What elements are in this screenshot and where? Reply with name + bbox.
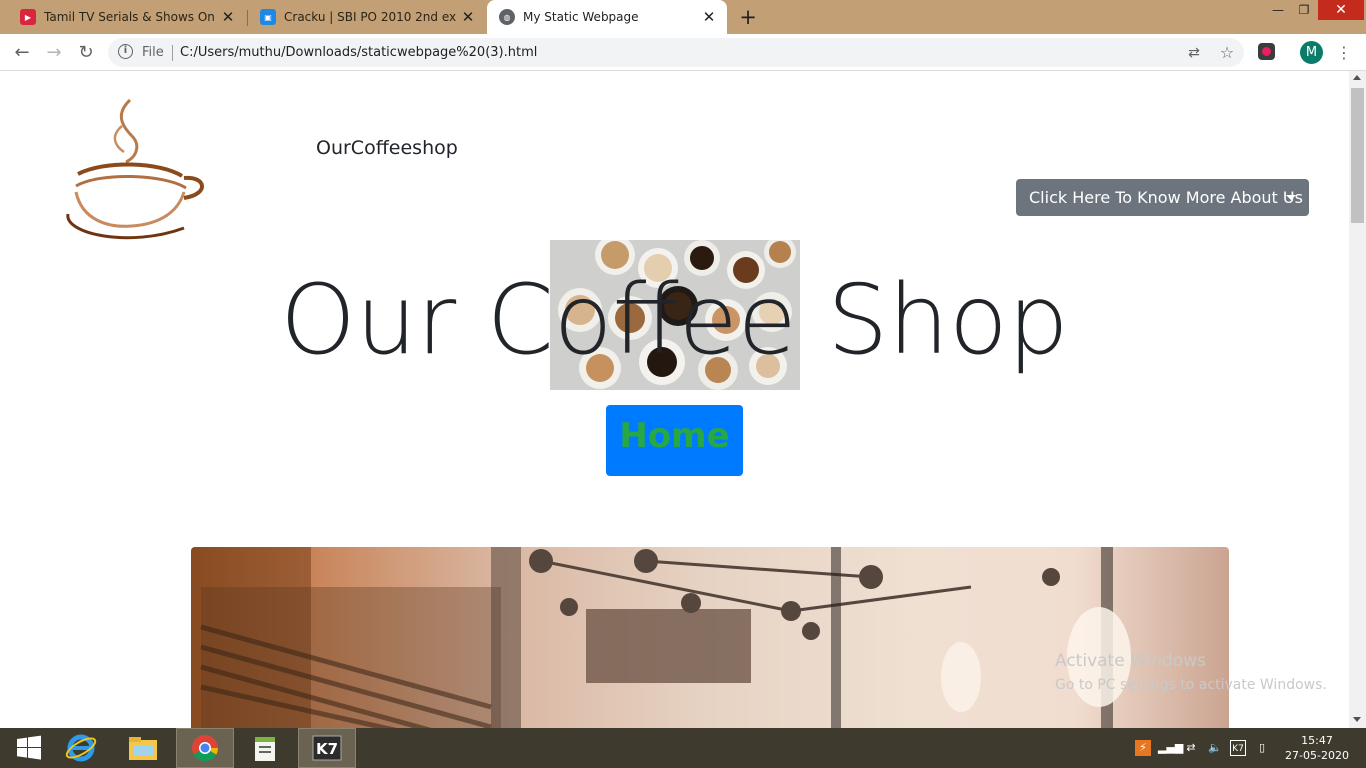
tab-tamil-tv[interactable]: ▶ Tamil TV Serials & Shows Online ✕ — [0, 0, 246, 34]
network-signal-icon[interactable]: ▂▄▆ — [1158, 740, 1183, 756]
translate-icon[interactable]: ⇄ — [1185, 44, 1203, 62]
back-arrow-icon[interactable]: ← — [10, 41, 34, 65]
clock-date: 27-05-2020 — [1285, 749, 1349, 762]
browser-tabstrip: ▶ Tamil TV Serials & Shows Online ✕ ▣ Cr… — [0, 0, 1366, 34]
cafe-interior-image — [191, 547, 1229, 728]
info-icon[interactable]: i — [118, 44, 133, 59]
windows-start-icon[interactable] — [0, 728, 58, 768]
tamil-tv-favicon: ▶ — [20, 9, 36, 25]
brand-name[interactable]: OurCoffeeshop — [316, 137, 458, 159]
browser-toolbar: ← → ↻ i File C:/Users/muthu/Downloads/st… — [0, 34, 1366, 71]
tab-title: My Static Webpage — [523, 10, 639, 24]
scroll-thumb[interactable] — [1351, 88, 1364, 223]
activate-windows-subtitle: Go to PC settings to activate Windows. — [1055, 677, 1327, 693]
activate-windows-title: Activate Windows — [1055, 651, 1206, 671]
clock-time: 15:47 — [1301, 734, 1333, 747]
notepad-plus-icon[interactable] — [236, 728, 294, 768]
k7-antivirus-icon[interactable]: K7 — [298, 728, 356, 768]
restore-icon[interactable]: ❐ — [1290, 0, 1318, 20]
file-explorer-icon[interactable] — [114, 728, 172, 768]
volume-muted-icon[interactable]: 🔈 — [1207, 740, 1223, 756]
chrome-taskbar-icon[interactable] — [176, 728, 234, 768]
coffee-cup-logo — [66, 98, 204, 240]
new-tab-button[interactable]: + — [737, 6, 759, 28]
window-close-icon[interactable]: ✕ — [1318, 0, 1364, 20]
k7-tray-icon[interactable]: K7 — [1230, 740, 1246, 756]
minimize-icon[interactable]: — — [1264, 0, 1292, 20]
dropdown-label: Click Here To Know More About Us — [1029, 188, 1303, 207]
address-divider — [172, 45, 173, 61]
tab-title: Cracku | SBI PO 2010 2nd exam — [284, 10, 456, 24]
scheme-label: File — [142, 45, 164, 60]
address-bar[interactable]: i File C:/Users/muthu/Downloads/staticwe… — [108, 38, 1244, 67]
page-scrollbar[interactable] — [1349, 71, 1366, 728]
tray-app-icon[interactable]: ⚡ — [1135, 740, 1151, 756]
close-tab-icon[interactable]: ✕ — [460, 9, 476, 25]
scroll-down-arrow-icon[interactable] — [1353, 717, 1361, 722]
profile-avatar[interactable]: M — [1300, 41, 1323, 64]
caret-down-icon — [1286, 195, 1296, 200]
forward-arrow-icon[interactable]: → — [42, 41, 66, 65]
taskbar-clock[interactable]: 15:47 27-05-2020 — [1284, 733, 1350, 763]
cracku-favicon: ▣ — [260, 9, 276, 25]
svg-text:K7: K7 — [316, 740, 338, 758]
close-tab-icon[interactable]: ✕ — [220, 9, 236, 25]
extension-icon[interactable] — [1258, 43, 1275, 60]
home-button[interactable]: Home — [606, 405, 743, 476]
page-viewport: OurCoffeeshop Click Here To Know More Ab… — [0, 71, 1349, 728]
hero-title: Our Coffee Shop — [280, 264, 1069, 376]
close-tab-icon[interactable]: ✕ — [701, 9, 717, 25]
reload-icon[interactable]: ↻ — [74, 41, 98, 65]
battery-icon[interactable]: ▯ — [1254, 740, 1270, 756]
tab-title: Tamil TV Serials & Shows Online — [44, 10, 216, 24]
tab-cracku[interactable]: ▣ Cracku | SBI PO 2010 2nd exam ✕ — [240, 0, 486, 34]
url-text[interactable]: C:/Users/muthu/Downloads/staticwebpage%2… — [180, 45, 537, 60]
bookmark-star-icon[interactable]: ☆ — [1218, 44, 1236, 62]
globe-favicon: ◍ — [499, 9, 515, 25]
windows-taskbar: K7 ⚡ ▂▄▆ ⇄ 🔈 K7 ▯ 15:47 27-05-2020 — [0, 728, 1366, 768]
language-icon[interactable]: ⇄ — [1183, 740, 1199, 756]
about-dropdown-button[interactable]: Click Here To Know More About Us — [1016, 179, 1309, 216]
scroll-up-arrow-icon[interactable] — [1353, 75, 1361, 80]
cafe-interior-graphic — [191, 547, 1131, 728]
menu-kebab-icon[interactable]: ⋮ — [1336, 41, 1352, 64]
internet-explorer-icon[interactable] — [52, 728, 110, 768]
tab-my-static-webpage[interactable]: ◍ My Static Webpage ✕ — [487, 0, 727, 34]
